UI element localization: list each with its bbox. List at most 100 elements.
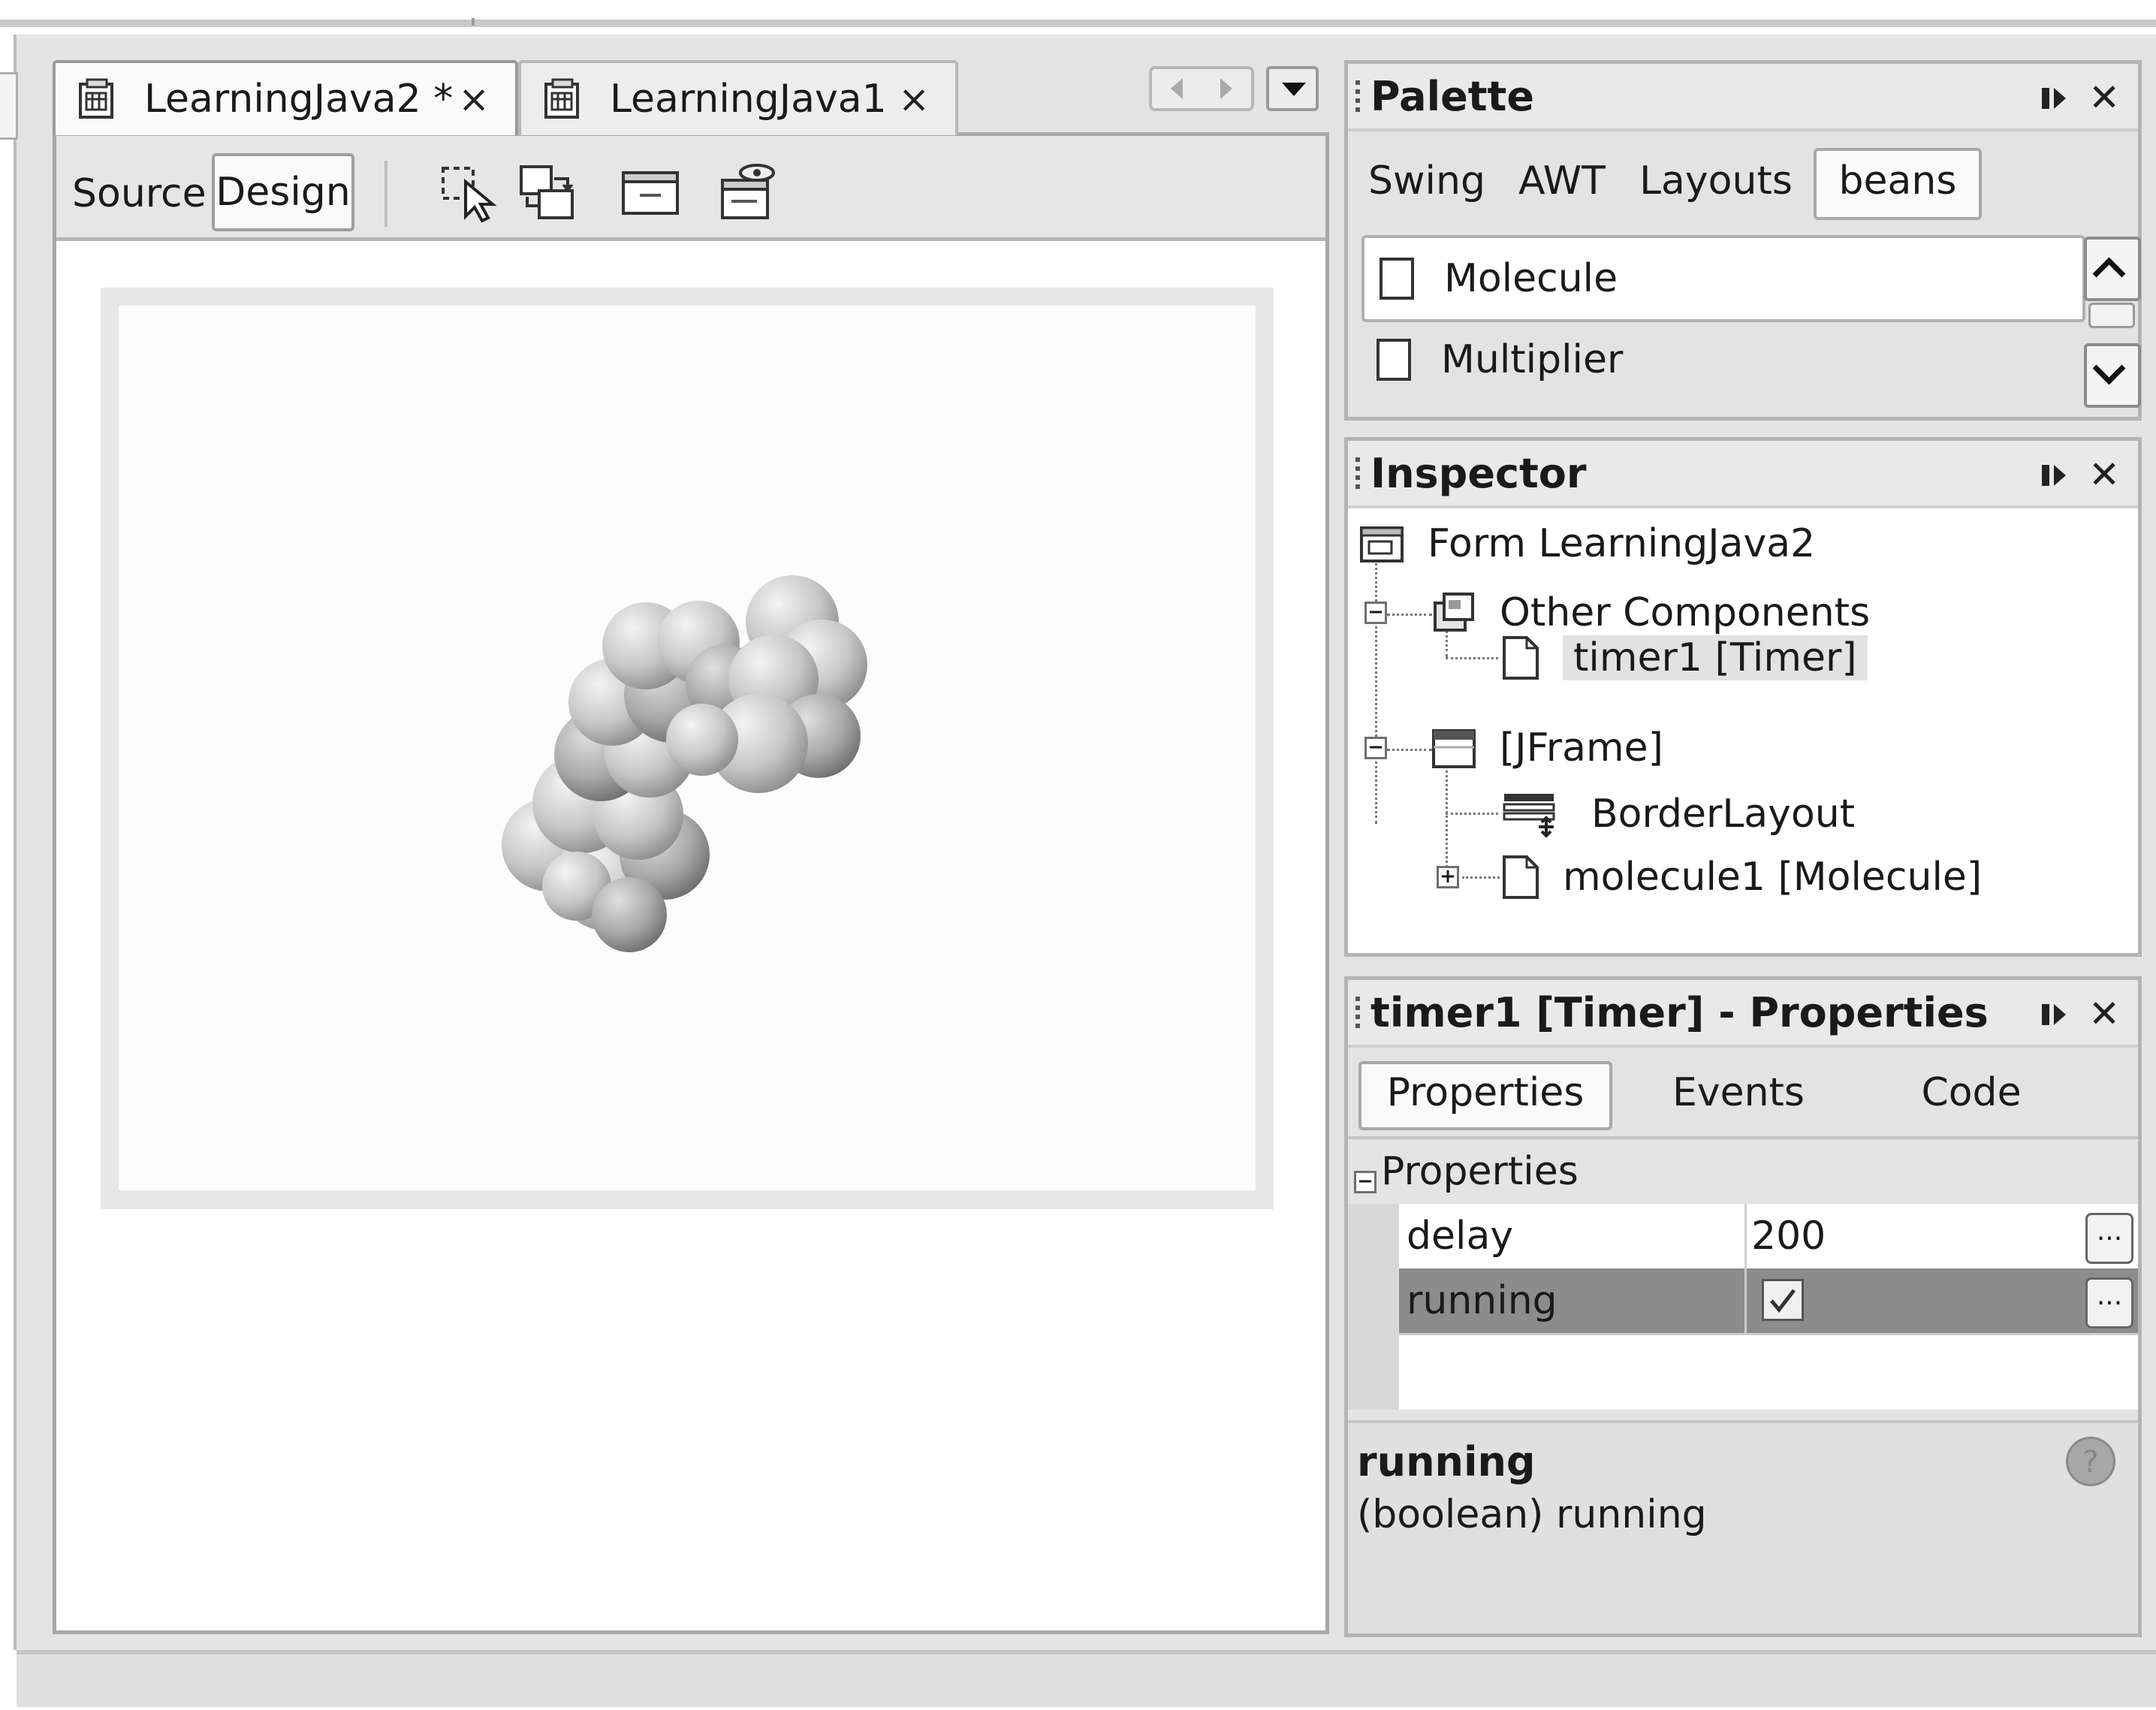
tab-label: LearningJava1: [610, 77, 887, 122]
drag-grip-icon[interactable]: [1355, 457, 1360, 493]
title-strip: [0, 0, 2156, 27]
close-tab-icon[interactable]: ×: [898, 77, 930, 121]
property-description-area: running (boolean) running ?: [1348, 1420, 2138, 1633]
tree-node-label: Other Components: [1500, 590, 1871, 635]
panel-title: Palette: [1370, 73, 1534, 120]
tab-code[interactable]: Code: [1896, 1061, 2046, 1124]
description-text: (boolean) running: [1357, 1492, 1707, 1537]
scroll-right-icon[interactable]: [1220, 78, 1232, 99]
tree-node-label: Form LearningJava2: [1428, 521, 1816, 566]
palette-scroll-up-button[interactable]: [2084, 237, 2141, 301]
tab-awt[interactable]: AWT: [1506, 148, 1618, 214]
minimize-panel-icon[interactable]: [2039, 83, 2069, 113]
layout-manager-icon: [1503, 794, 1555, 837]
property-sheet: − Properties delay 200 ... running ...: [1348, 1136, 2138, 1410]
property-value: 200: [1751, 1214, 1826, 1259]
toolbar-separator: [384, 161, 387, 227]
connection-mode-icon[interactable]: [517, 162, 577, 222]
design-view-button[interactable]: Design: [212, 153, 354, 231]
expand-molecule1-toggle[interactable]: +: [1437, 866, 1459, 888]
properties-header[interactable]: timer1 [Timer] - Properties ✕: [1348, 980, 2138, 1048]
tree-connector: [1446, 813, 1498, 815]
tree-connector: [1375, 553, 1377, 824]
palette-item-label: Multiplier: [1441, 337, 1624, 382]
section-label: Properties: [1381, 1149, 1579, 1194]
minimize-panel-icon[interactable]: [2039, 460, 2069, 490]
palette-scroll-thumb[interactable]: [2088, 303, 2135, 328]
left-side-bar: [0, 35, 17, 1650]
palette-scroll-down-button[interactable]: [2084, 343, 2141, 408]
status-bar: [17, 1650, 2156, 1710]
palette-panel: Palette ✕ Swing AWT Layouts beans Molecu…: [1344, 60, 2142, 421]
drag-grip-icon[interactable]: [1355, 80, 1360, 116]
bean-document-icon: [1503, 855, 1539, 899]
tree-node-molecule1[interactable]: molecule1 [Molecule]: [1501, 851, 1982, 903]
tab-layouts[interactable]: Layouts: [1633, 148, 1799, 214]
property-row-running[interactable]: running ...: [1399, 1268, 2138, 1335]
tab-properties[interactable]: Properties: [1358, 1061, 1612, 1130]
property-value-delay[interactable]: 200: [1744, 1204, 2138, 1268]
source-view-button[interactable]: Source: [72, 162, 207, 225]
tab-list-dropdown-button[interactable]: [1266, 66, 1319, 111]
tree-node-label: BorderLayout: [1591, 792, 1856, 837]
collapse-section-toggle[interactable]: −: [1354, 1171, 1377, 1193]
property-editor-button[interactable]: ...: [2085, 1213, 2133, 1264]
property-gutter: [1348, 1204, 1399, 1410]
chevron-down-icon: [2092, 351, 2126, 385]
bean-document-icon: [1380, 258, 1414, 300]
tree-node-form[interactable]: Form LearningJava2: [1358, 517, 1815, 570]
inspector-header[interactable]: Inspector ✕: [1348, 441, 2138, 508]
chevron-down-icon: [1282, 83, 1306, 96]
components-folder-icon: [1434, 593, 1474, 632]
tree-node-jframe[interactable]: [JFrame]: [1431, 722, 1663, 774]
tab-learningjava2[interactable]: LearningJava2 * ×: [53, 60, 518, 135]
bean-document-icon: [1503, 636, 1539, 680]
palette-item-molecule[interactable]: Molecule: [1361, 235, 2085, 322]
tree-connector: [1387, 749, 1432, 751]
tree-node-label: timer1 [Timer]: [1563, 635, 1868, 680]
tab-label: LearningJava2 *: [144, 77, 454, 122]
status-bar-fill: [17, 1654, 2156, 1707]
close-tab-icon[interactable]: ×: [458, 77, 490, 121]
molecule-bean-rendering[interactable]: [488, 556, 931, 961]
test-form-icon[interactable]: [718, 162, 778, 222]
drag-grip-icon[interactable]: [1355, 997, 1360, 1033]
tree-node-borderlayout[interactable]: BorderLayout: [1501, 788, 1855, 840]
tab-beans[interactable]: beans: [1814, 148, 1982, 220]
tree-connector: [1387, 614, 1432, 616]
palette-item-multiplier[interactable]: Multiplier: [1361, 319, 2079, 400]
tab-swing[interactable]: Swing: [1363, 148, 1491, 214]
tree-node-timer1[interactable]: timer1 [Timer]: [1501, 632, 1868, 684]
form-file-icon: [544, 78, 579, 119]
property-row-delay[interactable]: delay 200 ...: [1399, 1204, 2138, 1271]
properties-panel: timer1 [Timer] - Properties ✕ Properties…: [1344, 976, 2142, 1637]
scroll-left-icon[interactable]: [1171, 78, 1183, 99]
form-file-icon: [79, 78, 113, 119]
tree-node-label: [JFrame]: [1500, 725, 1663, 771]
left-collapsed-panel[interactable]: [0, 72, 18, 140]
close-icon[interactable]: ✕: [2088, 79, 2120, 116]
close-icon[interactable]: ✕: [2088, 456, 2120, 493]
collapse-jframe-toggle[interactable]: −: [1364, 737, 1387, 759]
help-icon[interactable]: ?: [2066, 1437, 2115, 1486]
palette-item-label: Molecule: [1444, 256, 1618, 301]
tab-learningjava1[interactable]: LearningJava1 ×: [518, 60, 958, 135]
collapse-other-components-toggle[interactable]: −: [1364, 602, 1387, 624]
close-icon[interactable]: ✕: [2088, 995, 2120, 1033]
running-checkbox[interactable]: [1762, 1279, 1804, 1321]
palette-category-tabs: Swing AWT Layouts beans: [1348, 133, 2138, 220]
property-name: running: [1407, 1278, 1557, 1323]
property-editor-button[interactable]: ...: [2085, 1277, 2133, 1328]
tab-events[interactable]: Events: [1648, 1061, 1829, 1124]
property-section-header[interactable]: − Properties: [1348, 1139, 2138, 1204]
selection-mode-icon[interactable]: [440, 162, 500, 222]
tree-connector: [1446, 657, 1498, 659]
property-value-running: [1744, 1268, 2138, 1333]
editor-tab-bar: LearningJava2 * × LearningJava1 ×: [53, 60, 1329, 135]
palette-header[interactable]: Palette ✕: [1348, 64, 2138, 131]
preview-design-icon[interactable]: [620, 162, 680, 222]
minimize-panel-icon[interactable]: [2039, 1000, 2069, 1030]
panel-title: Inspector: [1370, 450, 1587, 497]
chevron-up-icon: [2092, 257, 2126, 291]
tab-scroll-arrows: [1149, 66, 1254, 111]
